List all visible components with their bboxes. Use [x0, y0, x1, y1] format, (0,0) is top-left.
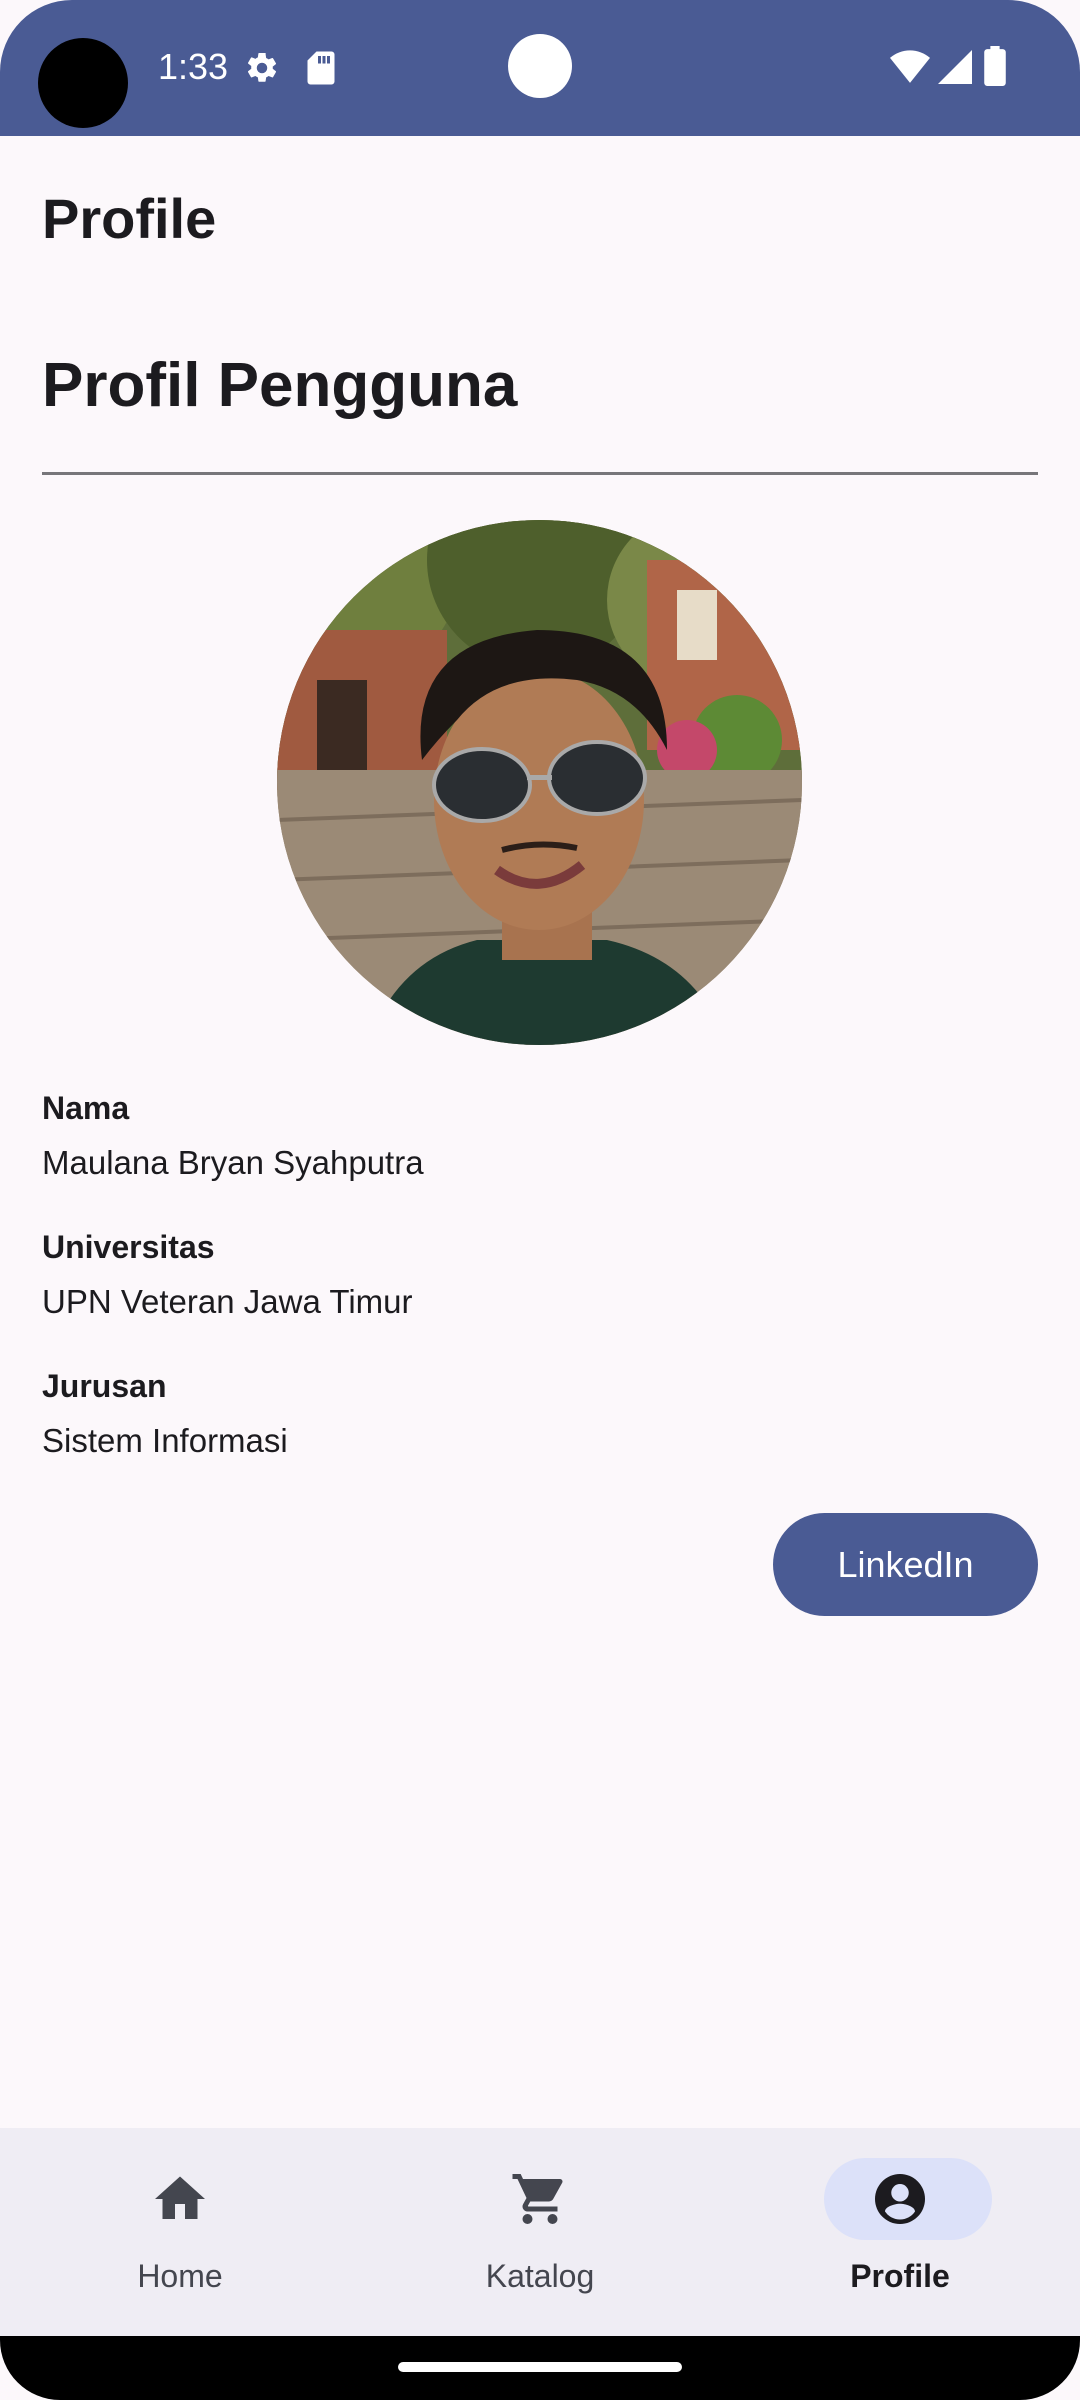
home-icon — [155, 2176, 205, 2219]
status-bar: 1:33 — [0, 0, 1080, 136]
nav-item-katalog[interactable]: Katalog — [360, 2128, 720, 2336]
linkedin-button[interactable]: LinkedIn — [773, 1513, 1038, 1616]
bottom-navigation: Home Katalog Profile — [0, 2128, 1080, 2336]
account-circle-icon — [875, 2174, 925, 2224]
nav-item-profile[interactable]: Profile — [720, 2128, 1080, 2336]
divider — [42, 472, 1038, 475]
field-label-universitas: Universitas — [42, 1229, 215, 1265]
field-value-nama: Maulana Bryan Syahputra — [42, 1144, 424, 1181]
home-gesture-handle[interactable] — [398, 2362, 682, 2372]
nav-label-home: Home — [137, 2258, 223, 2294]
app-bar-title: Profile — [42, 187, 217, 250]
camera-cutout — [508, 34, 572, 98]
battery-icon — [984, 46, 1006, 86]
cart-icon — [512, 2174, 563, 2224]
signal-icon — [938, 50, 972, 84]
field-value-jurusan: Sistem Informasi — [42, 1422, 288, 1459]
nav-label-profile: Profile — [850, 2258, 950, 2294]
gear-icon — [247, 52, 277, 82]
field-label-jurusan: Jurusan — [42, 1368, 167, 1404]
sd-card-icon — [307, 51, 335, 85]
nav-item-home[interactable]: Home — [0, 2128, 360, 2336]
profile-photo — [277, 520, 802, 1045]
nav-label-katalog: Katalog — [485, 2258, 595, 2294]
front-camera — [38, 38, 128, 128]
field-label-nama: Nama — [42, 1090, 130, 1126]
field-value-universitas: UPN Veteran Jawa Timur — [42, 1283, 413, 1320]
avatar — [277, 520, 802, 1045]
page-title: Profil Pengguna — [42, 351, 518, 420]
wifi-icon — [890, 50, 930, 83]
status-time: 1:33 — [158, 46, 229, 87]
